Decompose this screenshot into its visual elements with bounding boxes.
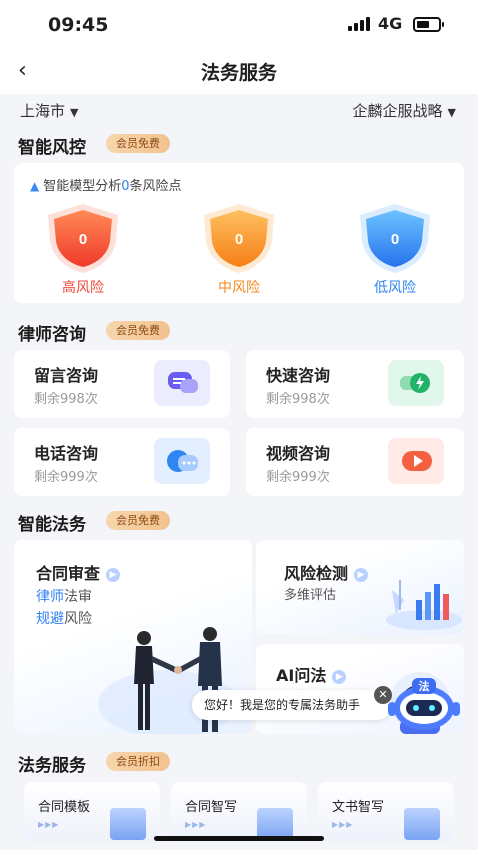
document-icon — [110, 808, 146, 840]
filter-bar: 上海市 ▼ 企麟企服战略 ▼ — [0, 94, 478, 128]
service-name: 文书智写 — [332, 800, 385, 815]
line1-highlight: 律师 — [36, 589, 64, 605]
nav-bar: ‹ 法务服务 — [0, 48, 478, 94]
arrow-right-icon: ▶ — [354, 568, 369, 582]
city-label: 上海市 — [20, 102, 66, 120]
consult-name: 留言咨询 — [34, 366, 99, 385]
line2-rest: 风险 — [64, 611, 92, 627]
arrows-icon: ▶▶▶ — [332, 820, 354, 829]
phone-bubble-icon — [154, 438, 210, 484]
quick-consult-card[interactable]: 快速咨询 剩余998次 — [246, 350, 464, 418]
bar-chart-illustration — [386, 580, 462, 630]
section-title-risk: 智能风控 — [18, 138, 86, 158]
risk-detect-card[interactable]: 风险检测 ▶ 多维评估 — [256, 540, 464, 634]
consult-name: 快速咨询 — [266, 366, 331, 385]
consult-remaining: 剩余999次 — [266, 470, 330, 485]
risk-summary: ▲ 智能模型分析0条风险点 — [30, 175, 182, 194]
contract-review-line2: 规避风险 — [36, 608, 92, 628]
contract-review-label: 合同审查 — [36, 564, 101, 583]
summary-suffix: 条风险点 — [129, 179, 182, 194]
status-time: 09:45 — [48, 14, 109, 36]
consult-remaining: 剩余998次 — [266, 392, 330, 407]
low-risk-label: 低风险 — [374, 280, 416, 296]
contract-review-title: 合同审查 ▶ — [36, 560, 121, 584]
city-selector[interactable]: 上海市 ▼ — [20, 100, 78, 121]
member-discount-badge: 会员折扣 — [106, 752, 170, 771]
strategy-label: 企麟企服战略 — [352, 102, 443, 120]
member-free-badge: 会员免费 — [106, 511, 170, 530]
bell-icon: ▲ — [30, 179, 40, 193]
risk-card[interactable]: ▲ 智能模型分析0条风险点 0 高风险 0 中风险 0 低风险 — [14, 163, 464, 303]
ai-law-title: AI问法 ▶ — [276, 662, 347, 686]
section-title-lawyer: 律师咨询 — [18, 325, 86, 345]
arrow-right-icon: ▶ — [332, 670, 347, 684]
contract-writing-card[interactable]: 合同智写 ▶▶▶ — [171, 782, 307, 842]
section-title-smart-legal: 智能法务 — [18, 515, 86, 535]
stamp-document-icon — [404, 808, 440, 840]
consult-remaining: 剩余999次 — [34, 470, 98, 485]
service-name: 合同模板 — [38, 800, 91, 815]
service-name: 合同智写 — [185, 800, 238, 815]
message-consult-card[interactable]: 留言咨询 剩余998次 — [14, 350, 230, 418]
member-free-badge: 会员免费 — [106, 134, 170, 153]
video-consult-card[interactable]: 视频咨询 剩余999次 — [246, 428, 464, 496]
mid-risk-label: 中风险 — [218, 280, 260, 296]
caret-down-icon: ▼ — [447, 106, 456, 119]
caret-down-icon: ▼ — [70, 106, 79, 119]
member-free-badge: 会员免费 — [106, 321, 170, 340]
consult-name: 视频咨询 — [266, 444, 331, 463]
high-risk-count: 0 — [79, 231, 87, 248]
consult-name: 电话咨询 — [34, 444, 99, 463]
ai-law-label: AI问法 — [276, 666, 327, 685]
assistant-tip[interactable]: 您好！我是您的专属法务助手 — [192, 690, 392, 720]
lightning-bubble-icon — [388, 360, 444, 406]
document-writing-card[interactable]: 文书智写 ▶▶▶ — [318, 782, 454, 842]
mid-risk-shield-icon[interactable]: 0 — [198, 201, 280, 275]
consult-remaining: 剩余998次 — [34, 392, 98, 407]
high-risk-shield-icon[interactable]: 0 — [42, 201, 124, 275]
signal-icon — [348, 17, 372, 31]
risk-detect-label: 风险检测 — [284, 564, 349, 583]
video-play-icon — [388, 438, 444, 484]
low-risk-shield-icon[interactable]: 0 — [354, 201, 436, 275]
high-risk-label: 高风险 — [62, 280, 104, 296]
contract-template-card[interactable]: 合同模板 ▶▶▶ — [24, 782, 160, 842]
battery-icon — [413, 17, 444, 32]
strategy-selector[interactable]: 企麟企服战略 ▼ — [353, 100, 456, 121]
network-type: 4G — [378, 14, 403, 33]
arrows-icon: ▶▶▶ — [185, 820, 207, 829]
line2-highlight: 规避 — [36, 611, 64, 627]
contract-review-line1: 律师法审 — [36, 586, 92, 606]
section-title-legal-services: 法务服务 — [18, 756, 86, 776]
message-bubble-icon — [154, 360, 210, 406]
home-indicator[interactable] — [154, 836, 324, 841]
line1-rest: 法审 — [64, 589, 92, 605]
arrow-right-icon: ▶ — [106, 568, 121, 582]
risk-detect-subtitle: 多维评估 — [284, 588, 337, 603]
robot-assistant-icon[interactable]: 法 — [382, 676, 466, 734]
status-bar: 09:45 4G — [0, 0, 478, 48]
summary-prefix: 智能模型分析 — [43, 179, 122, 194]
low-risk-count: 0 — [391, 231, 399, 248]
risk-detect-title: 风险检测 ▶ — [284, 560, 369, 584]
robot-badge-text: 法 — [419, 679, 430, 693]
phone-consult-card[interactable]: 电话咨询 剩余999次 — [14, 428, 230, 496]
page-title: 法务服务 — [200, 62, 277, 84]
arrows-icon: ▶▶▶ — [38, 820, 60, 829]
summary-count: 0 — [121, 179, 130, 194]
mid-risk-count: 0 — [235, 231, 243, 248]
